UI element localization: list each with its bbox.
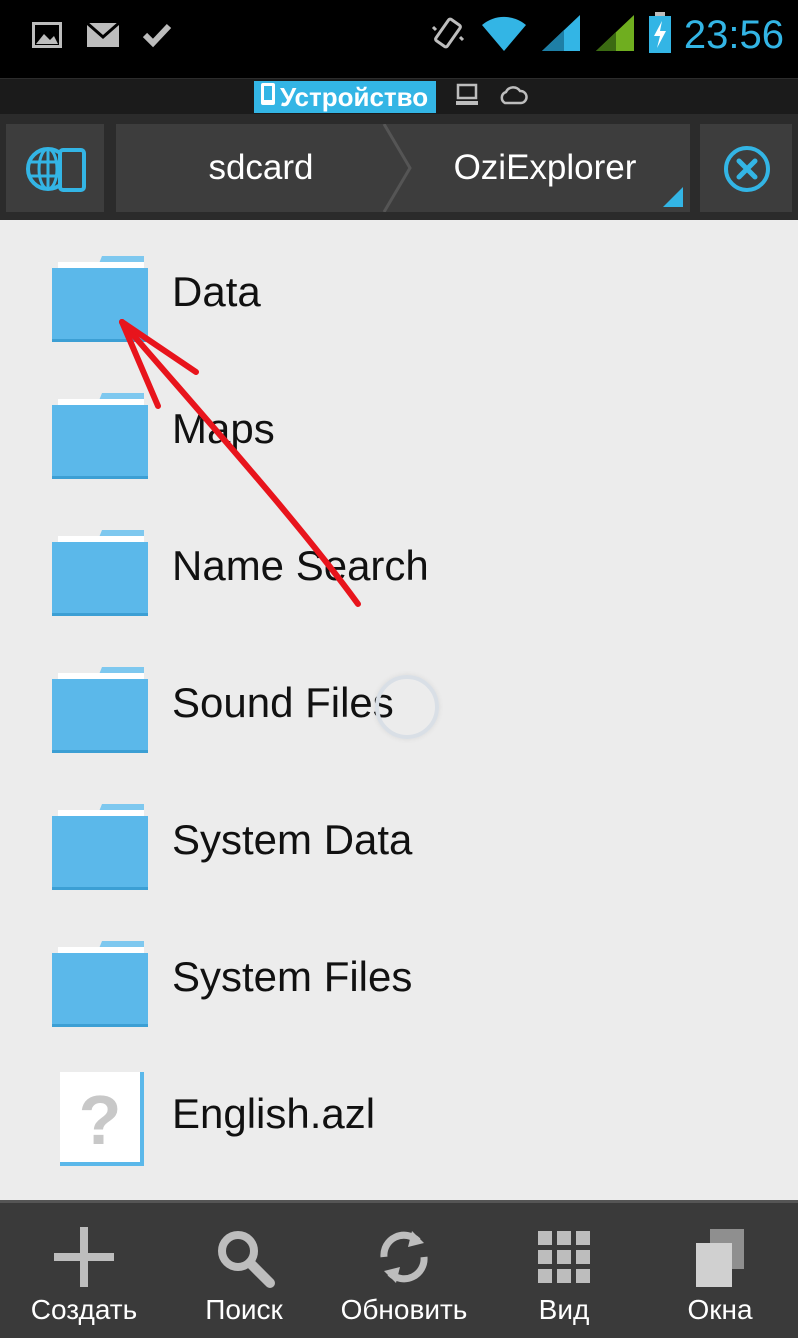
windows-icon (688, 1203, 752, 1294)
refresh-icon (372, 1203, 436, 1294)
cloud-icon[interactable] (498, 83, 528, 112)
location-device-tab[interactable]: Устройство (254, 81, 437, 113)
list-item-data[interactable]: Data (0, 224, 798, 360)
check-icon (142, 21, 172, 54)
file-name: English.azl (172, 1090, 376, 1137)
view-label: Вид (538, 1294, 590, 1325)
search-icon (212, 1203, 276, 1294)
mail-icon (86, 21, 120, 54)
svg-text:?: ? (79, 1081, 122, 1159)
search-label: Поиск (205, 1294, 283, 1325)
folder-icon (52, 389, 150, 481)
breadcrumb-item-sdcard[interactable]: sdcard (116, 124, 406, 212)
view-button[interactable]: Вид (484, 1203, 644, 1338)
signal-icon (540, 13, 582, 58)
storage-switch-button[interactable] (6, 124, 104, 212)
list-item-system-files[interactable]: System Files (0, 909, 798, 1045)
list-item-name-search[interactable]: Name Search (0, 498, 798, 634)
unknown-file-icon: ? (56, 1072, 154, 1166)
vibrate-icon (428, 13, 468, 58)
close-path-button[interactable] (700, 124, 792, 212)
breadcrumb-item-oziexplorer[interactable]: OziExplorer (400, 124, 690, 212)
path-bar: sdcard OziExplorer (0, 114, 798, 220)
device-icon (260, 81, 276, 113)
dropdown-corner-icon[interactable] (663, 187, 683, 207)
clock: 23:56 (683, 13, 784, 57)
location-bar: Устройство (0, 78, 798, 115)
loading-spinner (375, 675, 439, 739)
file-name: Name Search (172, 542, 429, 589)
battery-charging-icon (648, 12, 672, 59)
create-button[interactable]: Создать (4, 1203, 164, 1338)
status-bar: 23:56 (0, 0, 798, 78)
grid-icon (532, 1203, 596, 1294)
computer-icon[interactable] (454, 83, 480, 112)
device-label: Устройство (280, 82, 429, 112)
windows-button[interactable]: Окна (640, 1203, 798, 1338)
file-name: Sound Files (172, 679, 394, 726)
gallery-icon (30, 20, 64, 55)
windows-label: Окна (687, 1294, 753, 1325)
bottom-toolbar: Создать Поиск Обновить Вид Окна (0, 1200, 798, 1338)
file-name: System Data (172, 816, 413, 863)
folder-icon (52, 526, 150, 618)
signal-icon (594, 13, 636, 58)
folder-icon (52, 937, 150, 1029)
close-circle-icon (722, 144, 772, 199)
refresh-label: Обновить (340, 1294, 468, 1325)
create-label: Создать (30, 1294, 138, 1325)
file-name: Data (172, 268, 261, 315)
search-button[interactable]: Поиск (164, 1203, 324, 1338)
refresh-button[interactable]: Обновить (324, 1203, 484, 1338)
file-list: Data Maps Name Search Sound Files System… (0, 224, 798, 1200)
list-item-maps[interactable]: Maps (0, 361, 798, 497)
list-item-english-azl[interactable]: ? English.azl (0, 1046, 798, 1182)
folder-icon (52, 800, 150, 892)
folder-icon (52, 663, 150, 755)
wifi-icon (480, 13, 528, 58)
file-name: Maps (172, 405, 275, 452)
folder-icon (52, 252, 150, 344)
plus-icon (52, 1203, 116, 1294)
list-item-system-data[interactable]: System Data (0, 772, 798, 908)
globe-device-icon (24, 142, 88, 201)
file-name: System Files (172, 953, 413, 1000)
